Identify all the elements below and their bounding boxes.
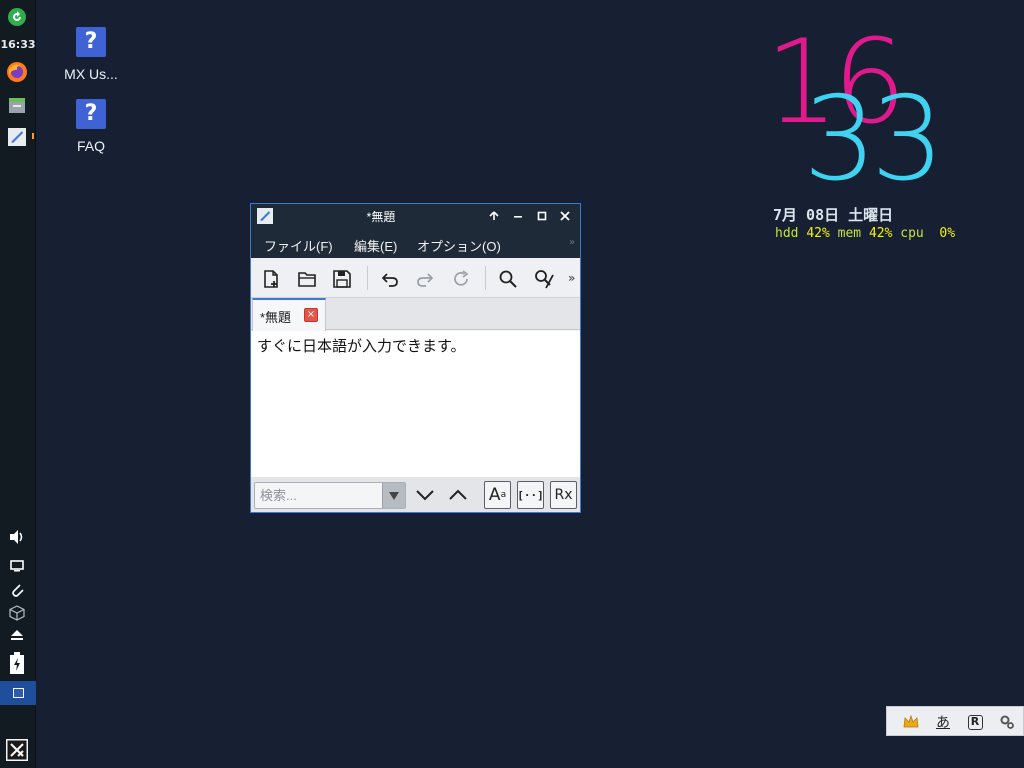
- package-icon[interactable]: [5, 601, 29, 625]
- conky-date: 7月 08日 土曜日: [773, 206, 894, 224]
- mx-menu-icon[interactable]: [5, 738, 29, 762]
- shade-button[interactable]: [487, 209, 501, 223]
- mem-label: mem: [837, 226, 862, 241]
- search-combobox[interactable]: [254, 482, 406, 509]
- tab-bar: *無題 ×: [251, 298, 580, 331]
- file-manager-icon[interactable]: [5, 93, 29, 117]
- toolbar-overflow[interactable]: »: [568, 271, 575, 285]
- panel-clock[interactable]: 16:33: [0, 38, 36, 51]
- conky-minute: 33: [803, 72, 945, 207]
- r-icon[interactable]: R: [965, 712, 985, 732]
- active-window-indicator: [32, 133, 34, 139]
- r-label: R: [967, 714, 983, 730]
- mem-value: 42%: [868, 226, 893, 241]
- menu-overflow[interactable]: »: [569, 237, 575, 248]
- editor-window: *無題 ファイル(F) 編集(E) オプション(O) » » *無題 × すぐに…: [250, 203, 581, 513]
- firefox-icon[interactable]: [5, 60, 29, 84]
- text-area[interactable]: すぐに日本語が入力できます。: [251, 331, 580, 477]
- desktop-icon-mx-user[interactable]: ? MX Us...: [51, 27, 131, 82]
- desktop-icon-faq[interactable]: ? FAQ: [51, 99, 131, 154]
- match-case-button[interactable]: Aa: [484, 481, 511, 509]
- whole-word-label: [··]: [517, 488, 544, 502]
- close-tab-icon[interactable]: ×: [304, 308, 318, 322]
- close-button[interactable]: [558, 209, 572, 223]
- volume-icon[interactable]: [5, 525, 29, 549]
- crown-icon[interactable]: [901, 712, 921, 732]
- find-previous-button[interactable]: [445, 482, 471, 508]
- undo-icon[interactable]: [379, 268, 401, 290]
- cpu-value: 0%: [939, 226, 956, 241]
- chevron-down-icon[interactable]: [382, 483, 405, 508]
- conky-stats: hdd 42% mem 42% cpu 0%: [775, 226, 955, 241]
- display-icon[interactable]: [5, 554, 29, 578]
- toolbar-separator: [485, 266, 486, 290]
- replace-icon[interactable]: [533, 268, 555, 290]
- refresh-update-icon[interactable]: [5, 5, 29, 29]
- open-folder-icon[interactable]: [296, 268, 318, 290]
- find-next-button[interactable]: [412, 482, 438, 508]
- redo-icon[interactable]: [414, 268, 436, 290]
- whole-word-button[interactable]: [··]: [517, 481, 544, 509]
- save-icon[interactable]: [331, 268, 353, 290]
- ime-tray: あ R: [886, 706, 1024, 736]
- clipboard-icon[interactable]: [5, 578, 29, 602]
- search-input[interactable]: [255, 483, 381, 508]
- eject-icon[interactable]: [5, 623, 29, 647]
- toolbar-separator: [367, 266, 368, 290]
- desktop-icon-label: MX Us...: [64, 66, 118, 82]
- search-bar: Aa [··] Rx: [251, 477, 580, 512]
- menu-options[interactable]: オプション(O): [417, 236, 501, 255]
- left-panel: 16:33: [0, 0, 36, 768]
- help-icon: ?: [76, 99, 106, 129]
- search-icon[interactable]: [497, 268, 519, 290]
- text-editor-icon[interactable]: [5, 125, 29, 149]
- window-title: *無題: [366, 210, 396, 224]
- toolbar: »: [251, 258, 580, 298]
- help-icon: ?: [76, 27, 106, 57]
- minimize-button[interactable]: [511, 209, 525, 223]
- hdd-label: hdd: [775, 226, 799, 241]
- regex-button[interactable]: Rx: [550, 481, 577, 509]
- reload-icon[interactable]: [450, 268, 472, 290]
- window-titlebar[interactable]: *無題: [251, 204, 580, 228]
- settings-icon[interactable]: [997, 712, 1017, 732]
- document-text[interactable]: すぐに日本語が入力できます。: [257, 335, 466, 356]
- match-case-label: A: [488, 485, 501, 505]
- workspace-pager-icon[interactable]: [0, 681, 36, 705]
- maximize-button[interactable]: [535, 209, 549, 223]
- hdd-value: 42%: [806, 226, 830, 241]
- hiragana-label: あ: [936, 715, 950, 731]
- tab-untitled[interactable]: *無題 ×: [252, 298, 326, 331]
- tab-label: *無題: [260, 310, 292, 325]
- menu-file[interactable]: ファイル(F): [264, 236, 333, 255]
- regex-label: Rx: [554, 487, 573, 503]
- menubar: ファイル(F) 編集(E) オプション(O) »: [251, 228, 580, 258]
- desktop-icon-label: FAQ: [76, 138, 105, 154]
- battery-icon[interactable]: [5, 651, 29, 675]
- hiragana-mode[interactable]: あ: [933, 712, 953, 732]
- cpu-label: cpu: [900, 226, 924, 241]
- menu-edit[interactable]: 編集(E): [354, 236, 397, 255]
- new-file-icon[interactable]: [260, 268, 282, 290]
